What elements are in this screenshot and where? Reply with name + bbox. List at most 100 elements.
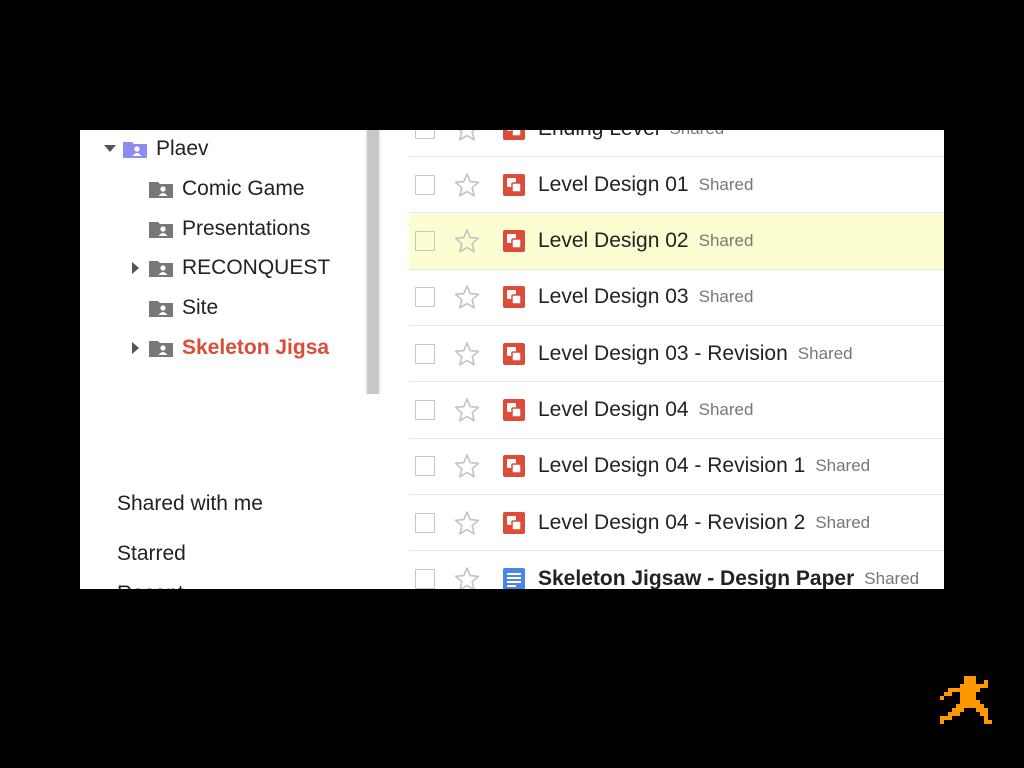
file-name[interactable]: Ending Level xyxy=(538,130,659,141)
star-outline-icon[interactable] xyxy=(454,566,480,589)
shared-label: Shared xyxy=(815,456,871,476)
mascot-pixel xyxy=(968,704,972,708)
file-list: Ending LevelSharedLevel Design 01SharedL… xyxy=(409,130,944,589)
mascot-pixel xyxy=(976,704,980,708)
mascot-pixel xyxy=(964,704,968,708)
shared-label: Shared xyxy=(797,343,853,363)
row-checkbox[interactable] xyxy=(415,512,435,533)
shared-folder-icon xyxy=(148,258,174,278)
mascot-pixel xyxy=(960,696,964,700)
drawing-file-icon xyxy=(502,285,526,309)
file-row[interactable]: Level Design 01 Shared xyxy=(409,157,944,214)
file-row[interactable]: Level Design 04 Shared xyxy=(409,383,944,439)
mascot-pixel xyxy=(964,688,968,692)
mascot-pixel xyxy=(968,684,972,688)
mascot-pixel xyxy=(980,712,984,716)
mascot-pixel xyxy=(964,692,968,696)
row-checkbox[interactable] xyxy=(415,130,435,139)
nav-link-starred[interactable]: Starred xyxy=(117,542,186,566)
star-outline-icon[interactable] xyxy=(454,453,480,479)
folder-item-site[interactable]: Site xyxy=(130,291,218,325)
row-checkbox[interactable] xyxy=(415,456,435,477)
folder-item-reconquest[interactable]: RECONQUEST xyxy=(130,251,330,285)
mascot-pixel xyxy=(952,688,956,692)
star-outline-icon[interactable] xyxy=(454,510,480,536)
mascot-pixel xyxy=(968,700,972,704)
shared-folder-icon xyxy=(148,219,174,239)
mascot-pixel xyxy=(984,720,988,724)
file-name[interactable]: Level Design 04 - Revision 2 xyxy=(538,511,805,535)
mascot-pixel xyxy=(984,708,988,712)
nav-link-recent[interactable]: Recent xyxy=(117,582,184,589)
mascot-pixel xyxy=(968,688,972,692)
sidebar-scrollbar-thumb[interactable] xyxy=(367,130,379,394)
mascot-pixel xyxy=(988,720,992,724)
file-row[interactable]: Skeleton Jigsaw - Design Paper Shared xyxy=(409,551,944,589)
file-name[interactable]: Level Design 01 xyxy=(538,173,689,197)
mascot-pixel xyxy=(964,684,968,688)
mascot-pixel xyxy=(960,684,964,688)
row-checkbox[interactable] xyxy=(415,174,435,195)
mascot-pixel xyxy=(960,704,964,708)
mascot-pixel xyxy=(964,676,968,680)
nav-link-shared-with-me[interactable]: Shared with me xyxy=(117,492,263,516)
row-checkbox[interactable] xyxy=(415,287,435,308)
folder-item-presentations[interactable]: Presentations xyxy=(130,212,310,246)
mascot-pixel xyxy=(948,688,952,692)
caret-right-icon[interactable] xyxy=(130,262,142,274)
file-name[interactable]: Level Design 02 xyxy=(538,229,689,253)
mascot-pixel xyxy=(968,692,972,696)
star-outline-icon[interactable] xyxy=(454,130,480,142)
folder-item-skeleton-jigsa[interactable]: Skeleton Jigsa xyxy=(130,331,334,365)
file-name[interactable]: Level Design 03 xyxy=(538,285,689,309)
mascot-pixel xyxy=(984,684,988,688)
shared-label: Shared xyxy=(698,174,754,194)
drawing-file-icon xyxy=(502,229,526,253)
folder-item-comic-game[interactable]: Comic Game xyxy=(130,172,305,206)
file-name[interactable]: Level Design 04 - Revision 1 xyxy=(538,454,805,478)
row-checkbox[interactable] xyxy=(415,343,435,364)
file-row[interactable]: Ending Level Shared xyxy=(409,130,944,157)
drawing-file-icon xyxy=(502,454,526,478)
drawing-file-icon xyxy=(502,173,526,197)
mascot-pixel xyxy=(948,712,952,716)
folder-label: RECONQUEST xyxy=(182,256,331,279)
folder-item-plaev[interactable]: Plaev xyxy=(104,132,209,166)
folder-label: Plaev xyxy=(156,137,209,160)
shared-label: Shared xyxy=(669,130,724,139)
row-checkbox[interactable] xyxy=(415,568,435,589)
mascot-pixel xyxy=(972,688,976,692)
mascot-pixel xyxy=(976,684,980,688)
mascot-pixel xyxy=(972,680,976,684)
star-outline-icon[interactable] xyxy=(454,284,480,310)
file-row[interactable]: Level Design 03 - Revision Shared xyxy=(409,326,944,383)
caret-down-icon[interactable] xyxy=(104,145,116,153)
file-name[interactable]: Level Design 04 xyxy=(538,398,689,422)
file-row[interactable]: Level Design 04 - Revision 2 Shared xyxy=(409,495,944,552)
mascot-pixel xyxy=(972,692,976,696)
file-row[interactable]: Level Design 03 Shared xyxy=(409,270,944,326)
mascot-pixel xyxy=(944,716,948,720)
star-outline-icon[interactable] xyxy=(454,397,480,423)
row-checkbox[interactable] xyxy=(415,231,435,252)
shared-folder-icon xyxy=(148,298,174,318)
mascot-pixel xyxy=(956,688,960,692)
file-name[interactable]: Level Design 03 - Revision xyxy=(538,342,788,366)
caret-right-icon[interactable] xyxy=(130,342,142,354)
mascot-pixel xyxy=(964,680,968,684)
shared-label: Shared xyxy=(698,287,754,307)
drawing-file-icon xyxy=(502,130,526,141)
mascot-pixel xyxy=(956,712,960,716)
star-outline-icon[interactable] xyxy=(454,341,480,367)
star-outline-icon[interactable] xyxy=(454,172,480,198)
star-outline-icon[interactable] xyxy=(454,228,480,254)
mascot-pixel xyxy=(980,704,984,708)
mascot-pixel xyxy=(940,720,944,724)
drawing-file-icon xyxy=(502,398,526,422)
folder-label: Presentations xyxy=(182,217,311,240)
file-name[interactable]: Skeleton Jigsaw - Design Paper xyxy=(538,567,854,589)
row-checkbox[interactable] xyxy=(415,400,435,420)
shared-label: Shared xyxy=(698,400,754,419)
file-row[interactable]: Level Design 04 - Revision 1 Shared xyxy=(409,439,944,495)
file-row[interactable]: Level Design 02 Shared xyxy=(409,213,944,270)
